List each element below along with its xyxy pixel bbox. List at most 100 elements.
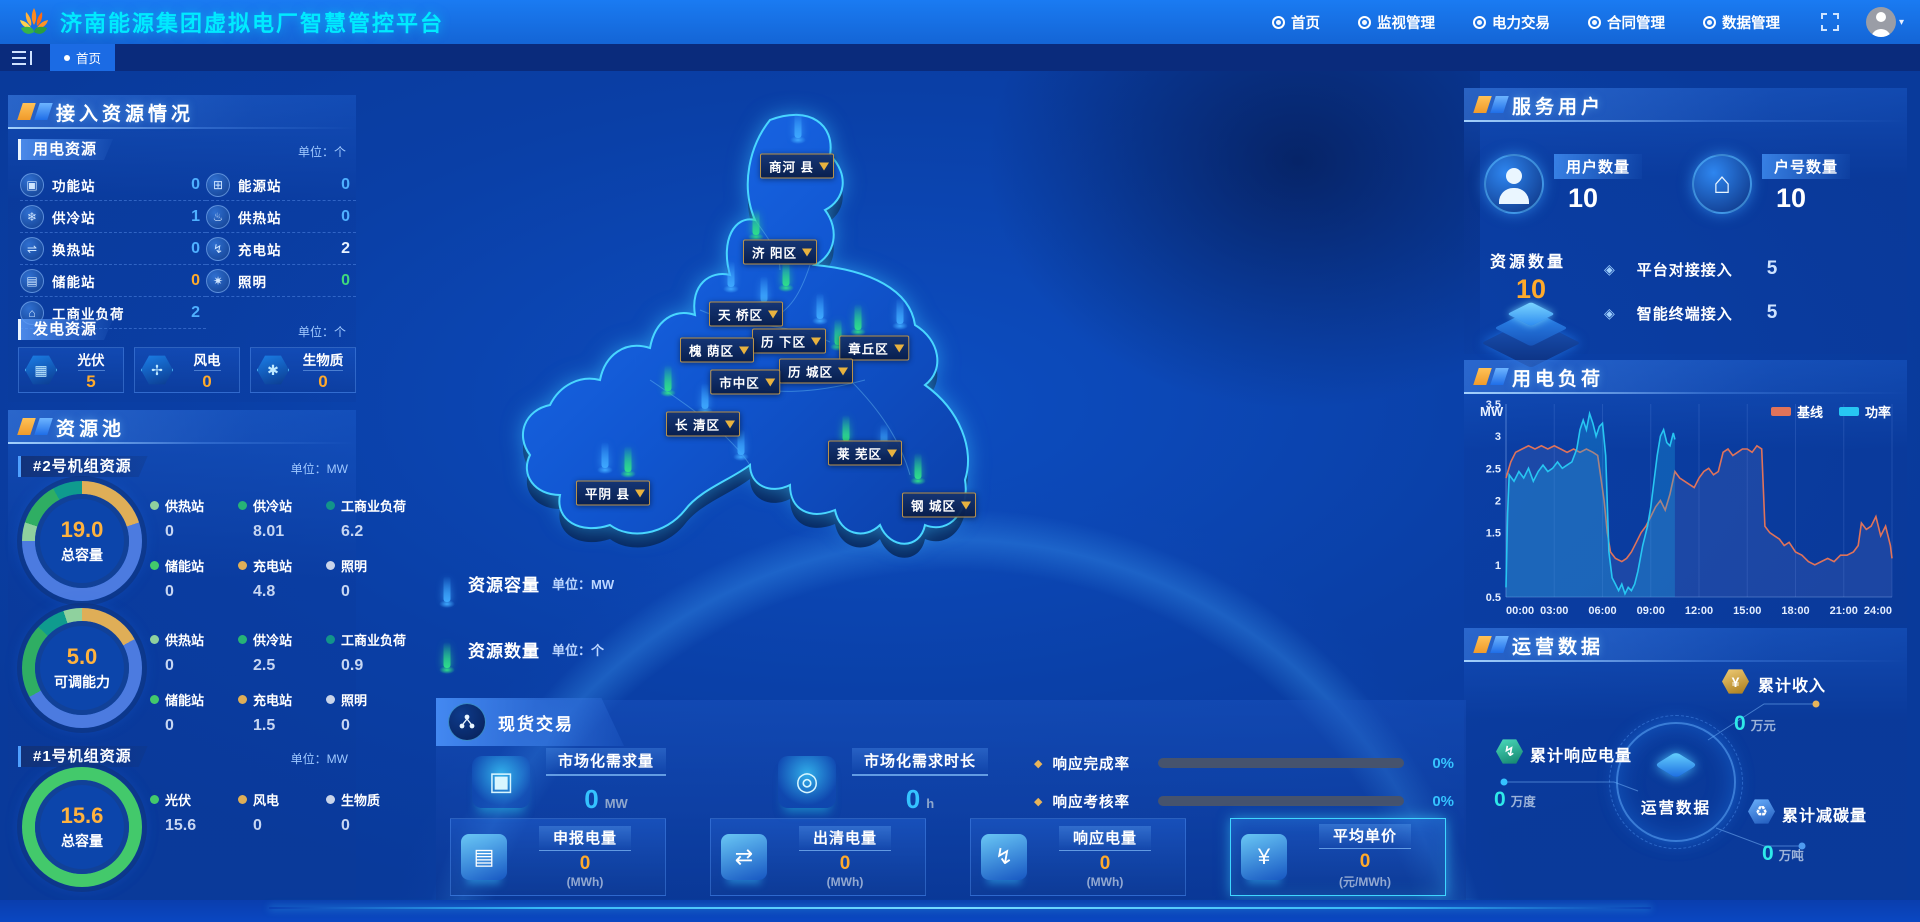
tab-home[interactable]: 首页 bbox=[50, 44, 115, 71]
district-label[interactable]: 平阴 县 bbox=[576, 481, 650, 506]
section-tag-power: 用电资源 bbox=[18, 139, 113, 160]
district-label[interactable]: 槐 荫区 bbox=[680, 338, 754, 363]
resource-icon: ⊞ bbox=[206, 173, 230, 197]
resource-label: 供冷站 bbox=[52, 207, 96, 227]
legend-item: 工商业负荷 0.9 bbox=[326, 630, 422, 690]
stat-unit: h bbox=[926, 796, 934, 811]
resource-icon: ▤ bbox=[20, 269, 44, 293]
tab-spot-trading[interactable]: 现货交易 bbox=[436, 698, 624, 746]
generation-icon: ✢ bbox=[141, 354, 173, 386]
district-label[interactable]: 市中区 bbox=[710, 370, 780, 395]
svg-text:21:00: 21:00 bbox=[1830, 605, 1858, 617]
legend-dot-icon bbox=[150, 795, 159, 804]
hub-label: 运营数据 bbox=[1618, 796, 1734, 818]
unit-label: 单位：个 bbox=[298, 143, 346, 160]
nav-circle-icon bbox=[1703, 16, 1716, 29]
panel-service-users: 服务用户 用户数量 10 户号数量 10 资源数量 10 ◈ 平台对接接入 5 … bbox=[1464, 88, 1907, 354]
home-icon bbox=[1692, 154, 1752, 214]
rate-label: 响应考核率 bbox=[1052, 791, 1148, 812]
chart-legend: 基线 功率 bbox=[1771, 402, 1891, 421]
resource-value: 1 bbox=[191, 208, 200, 226]
district-label[interactable]: 历 城区 bbox=[779, 359, 853, 384]
svg-text:0.5: 0.5 bbox=[1486, 592, 1501, 604]
rate-progress-bar bbox=[1158, 796, 1404, 806]
generation-icon: ▦ bbox=[25, 354, 57, 386]
nav-circle-icon bbox=[1473, 16, 1486, 29]
panel-access-resources: 接入资源情况 用电资源 单位：个 ▣ 功能站 0 ⊞ 能源站 0 ❄ bbox=[8, 95, 356, 402]
nav-item[interactable]: 首页 bbox=[1272, 12, 1320, 33]
legend-dot-icon bbox=[326, 635, 335, 644]
district-label[interactable]: 历 下区 bbox=[752, 329, 826, 354]
svg-text:1: 1 bbox=[1495, 560, 1501, 572]
generation-card: ✱ 生物质 0 bbox=[250, 347, 356, 393]
nav-item[interactable]: 合同管理 bbox=[1588, 12, 1665, 33]
fullscreen-icon[interactable] bbox=[1820, 12, 1840, 32]
rate-percent: 0% bbox=[1414, 793, 1454, 810]
resource-row: ▣ 功能站 0 bbox=[20, 169, 206, 201]
panel-spot-trading: 现货交易 ▣ 市场化需求量 0MW ◎ 市场化需求时长 0h ◆ 响应完成率 bbox=[436, 700, 1466, 900]
legend-dot-icon bbox=[150, 561, 159, 570]
resource-label: 功能站 bbox=[52, 175, 96, 195]
nav-item[interactable]: 监视管理 bbox=[1358, 12, 1435, 33]
energy-card-label: 平均单价 bbox=[1319, 824, 1411, 849]
panel-header: 接入资源情况 bbox=[8, 95, 356, 129]
nav-circle-icon bbox=[1272, 16, 1285, 29]
resource-label: 能源站 bbox=[238, 175, 282, 195]
unit2-tag: #2号机组资源 bbox=[18, 456, 148, 477]
share-network-icon bbox=[448, 703, 486, 741]
panel-header: 资源池 bbox=[8, 410, 356, 444]
district-name: 商河 县 bbox=[769, 157, 814, 176]
stat-label: 市场化需求时长 bbox=[852, 748, 988, 776]
energy-card-unit: (MWh) bbox=[827, 875, 864, 889]
collapse-menu-icon[interactable] bbox=[12, 51, 34, 65]
svg-text:3: 3 bbox=[1495, 431, 1501, 443]
chart-legend-item: 功率 bbox=[1839, 402, 1891, 421]
panel-title: 用电负荷 bbox=[1512, 364, 1604, 391]
energy-card[interactable]: ⇄ 出清电量 0 (MWh) bbox=[710, 818, 926, 896]
energy-card[interactable]: ↯ 响应电量 0 (MWh) bbox=[970, 818, 1186, 896]
legend-item: 储能站 0 bbox=[150, 690, 238, 750]
pedestal-icon bbox=[1486, 286, 1576, 340]
district-label[interactable]: 天 桥区 bbox=[709, 302, 783, 327]
district-label[interactable]: 莱 芜区 bbox=[828, 441, 902, 466]
resource-row: ⇌ 换热站 0 bbox=[20, 233, 206, 265]
resource-value: 0 bbox=[341, 208, 350, 226]
district-name: 莱 芜区 bbox=[837, 444, 882, 463]
user-menu[interactable]: ▾ bbox=[1866, 7, 1904, 37]
row-terminal-access: ◈ 智能终端接入 5 bbox=[1604, 302, 1777, 324]
energy-card[interactable]: ▤ 申报电量 0 (MWh) bbox=[450, 818, 666, 896]
rate-label: 响应完成率 bbox=[1052, 753, 1148, 774]
district-label[interactable]: 章丘区 bbox=[839, 336, 909, 361]
legend-dot-icon bbox=[238, 501, 247, 510]
district-label[interactable]: 商河 县 bbox=[760, 154, 834, 179]
resource-row: ❄ 供冷站 1 bbox=[20, 201, 206, 233]
panel-header: 用电负荷 bbox=[1464, 360, 1907, 394]
donut-total-capacity-2: 19.0总容量 bbox=[22, 481, 142, 601]
dashboard: 济南能源集团虚拟电厂智慧管控平台 首页 监视管理 电力交易 bbox=[0, 0, 1920, 922]
energy-card-icon: ⇄ bbox=[721, 834, 767, 880]
stat-demand-volume: ▣ 市场化需求量 0MW bbox=[472, 748, 666, 815]
legend-item: 供冷站 8.01 bbox=[238, 496, 326, 556]
target-icon: ◎ bbox=[778, 756, 836, 808]
nav-item[interactable]: 电力交易 bbox=[1473, 12, 1550, 33]
footer-bar bbox=[0, 900, 1920, 922]
cube-icon bbox=[1655, 752, 1697, 778]
energy-card-label: 响应电量 bbox=[1059, 826, 1151, 851]
energy-card-unit: (元/MWh) bbox=[1339, 873, 1391, 890]
generation-card: ▦ 光伏 5 bbox=[18, 347, 124, 393]
resource-label: 供热站 bbox=[238, 207, 282, 227]
district-label[interactable]: 长 清区 bbox=[666, 412, 740, 437]
district-label[interactable]: 钢 城区 bbox=[902, 493, 976, 518]
district-name: 济 阳区 bbox=[752, 243, 797, 262]
legend-dot-icon bbox=[150, 635, 159, 644]
generation-label: 风电 bbox=[194, 349, 221, 371]
energy-card[interactable]: ¥ 平均单价 0 (元/MWh) bbox=[1230, 818, 1446, 896]
unit-label: 单位：MW bbox=[291, 750, 348, 767]
nav-item[interactable]: 数据管理 bbox=[1703, 12, 1780, 33]
generation-label: 生物质 bbox=[303, 349, 344, 371]
nav-item-label: 电力交易 bbox=[1492, 12, 1550, 33]
resource-icon: ✷ bbox=[206, 269, 230, 293]
stat-demand-duration: ◎ 市场化需求时长 0h bbox=[778, 748, 988, 815]
energy-card-value: 0 bbox=[1100, 853, 1111, 875]
district-label[interactable]: 济 阳区 bbox=[743, 240, 817, 265]
